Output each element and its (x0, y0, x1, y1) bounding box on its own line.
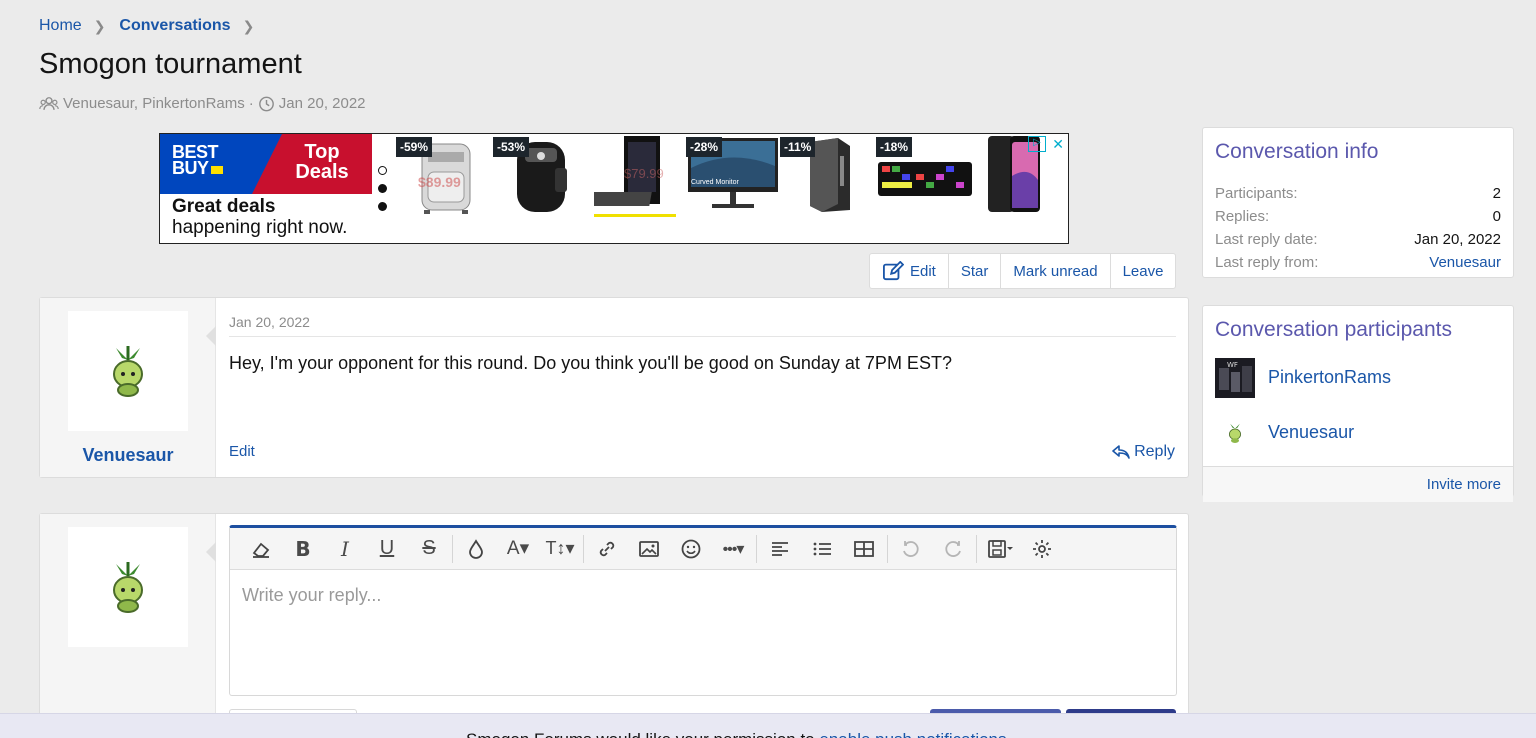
top-deals-label: Top Deals (295, 141, 349, 183)
reply-icon (1112, 445, 1130, 459)
clear-formatting-icon[interactable] (240, 528, 282, 570)
quick-reply: B I U S A▾ T↕▾ •••▾ Write your reply... (39, 513, 1189, 738)
meta-separator: · (248, 95, 254, 112)
page-title: Smogon tournament (39, 48, 302, 80)
editor-toolbar: B I U S A▾ T↕▾ •••▾ (230, 528, 1176, 570)
participant-item[interactable]: Venuesaur (1203, 405, 1513, 460)
enable-push-link[interactable]: enable push notifications (819, 730, 1006, 738)
chevron-right-icon: ❯ (242, 17, 255, 34)
info-row-replies: Replies: 0 (1215, 208, 1501, 225)
close-icon[interactable]: ✕ (1052, 136, 1064, 153)
star-button[interactable]: Star (947, 254, 1001, 288)
avatar[interactable] (1215, 413, 1255, 453)
italic-icon[interactable]: I (324, 528, 366, 570)
underline-icon[interactable]: U (366, 528, 408, 570)
message-body: Hey, I'm your opponent for this round. D… (229, 353, 952, 373)
users-icon (39, 96, 59, 110)
emoji-icon[interactable] (670, 528, 712, 570)
redo-icon[interactable] (932, 528, 974, 570)
ad-product-airfryer-black[interactable]: -53% (493, 134, 583, 243)
message-date[interactable]: Jan 20, 2022 (229, 314, 310, 330)
message-arrow (206, 326, 216, 346)
edit-icon (883, 261, 904, 281)
table-icon[interactable] (843, 528, 885, 570)
ad-product-airfryer[interactable]: -59% $89.99 (396, 134, 486, 243)
ad-carousel-dots[interactable] (378, 166, 387, 211)
settings-gear-icon[interactable] (1021, 528, 1063, 570)
bestbuy-brand-panel: BEST BUY Top Deals (160, 134, 372, 194)
reply-user-panel (40, 514, 216, 738)
leave-button[interactable]: Leave (1109, 254, 1176, 288)
ad-product-desktop-tower[interactable]: -11% (780, 134, 870, 243)
adchoices-icon[interactable]: ▷ (1028, 136, 1046, 152)
breadcrumb: Home ❯ Conversations ❯ (39, 17, 268, 35)
reply-input[interactable]: Write your reply... (230, 570, 1176, 621)
avatar[interactable] (68, 527, 188, 647)
bold-icon[interactable]: B (282, 528, 324, 570)
info-row-last-reply-from: Last reply from: Venuesaur (1215, 254, 1501, 271)
sprite-avatar-icon (113, 562, 143, 613)
chevron-right-icon: ❯ (93, 17, 106, 34)
font-size-icon[interactable]: T↕▾ (539, 528, 581, 570)
strikethrough-icon[interactable]: S (408, 528, 450, 570)
message-edit-link[interactable]: Edit (229, 443, 255, 460)
message-username[interactable]: Venuesaur (40, 445, 216, 466)
message-user-panel: Venuesaur (40, 298, 216, 477)
conversation-actions: Edit Star Mark unread Leave (869, 253, 1177, 289)
message-reply-button[interactable]: Reply (1112, 443, 1175, 461)
notice-text: Smogon Forums would like your permission… (466, 730, 1007, 738)
align-icon[interactable] (759, 528, 801, 570)
undo-icon[interactable] (890, 528, 932, 570)
participants-title: Conversation participants (1215, 318, 1452, 341)
mark-unread-button[interactable]: Mark unread (1000, 254, 1109, 288)
svg-text:WF: WF (1227, 361, 1238, 369)
ad-product-monitor[interactable]: -28% Curved Monitor (686, 134, 781, 243)
participants-meta-link[interactable]: Venuesaur, PinkertonRams (63, 95, 245, 112)
message-arrow (206, 542, 216, 562)
rich-text-editor: B I U S A▾ T↕▾ •••▾ Write your reply... (229, 525, 1177, 696)
conversation-info-title: Conversation info (1215, 140, 1379, 163)
conversation-info-block: Conversation info Participants: 2 Replie… (1202, 127, 1514, 278)
ad-tagline: Great deals happening right now. (172, 196, 348, 238)
save-draft-icon[interactable] (979, 528, 1021, 570)
font-family-icon[interactable]: A▾ (497, 528, 539, 570)
page-meta: Venuesaur, PinkertonRams · Jan 20, 2022 (39, 95, 366, 112)
push-notification-notice: Smogon Forums would like your permission… (0, 713, 1536, 738)
ad-product-gaming-pc[interactable]: $79.99 (594, 134, 684, 243)
link-icon[interactable] (586, 528, 628, 570)
date-meta: Jan 20, 2022 (278, 95, 366, 112)
participant-name[interactable]: Venuesaur (1268, 422, 1354, 443)
list-icon[interactable] (801, 528, 843, 570)
image-icon[interactable] (628, 528, 670, 570)
last-reply-user-link[interactable]: Venuesaur (1429, 254, 1501, 271)
message-post: Venuesaur Jan 20, 2022 Hey, I'm your opp… (39, 297, 1189, 478)
info-row-participants: Participants: 2 (1215, 185, 1501, 202)
sprite-avatar-icon (113, 346, 143, 397)
invite-more-link[interactable]: Invite more (1203, 466, 1513, 502)
bestbuy-logo: BEST BUY (172, 143, 223, 177)
info-row-last-reply-date: Last reply date: Jan 20, 2022 (1215, 231, 1501, 248)
clock-icon (258, 96, 274, 111)
avatar[interactable]: WF (1215, 357, 1255, 398)
advertisement-banner[interactable]: BEST BUY Top Deals Great deals happening … (159, 133, 1069, 244)
more-options-icon[interactable]: •••▾ (712, 528, 754, 570)
participant-item[interactable]: WF PinkertonRams (1203, 350, 1513, 405)
ad-product-keyboard[interactable]: -18% (876, 134, 976, 243)
edit-conversation-button[interactable]: Edit (870, 254, 948, 288)
text-color-icon[interactable] (455, 528, 497, 570)
breadcrumb-home[interactable]: Home (39, 17, 82, 35)
participant-name[interactable]: PinkertonRams (1268, 367, 1391, 388)
breadcrumb-conversations[interactable]: Conversations (119, 17, 230, 35)
conversation-participants-block: Conversation participants WF PinkertonRa… (1202, 305, 1514, 502)
avatar[interactable] (68, 311, 188, 431)
